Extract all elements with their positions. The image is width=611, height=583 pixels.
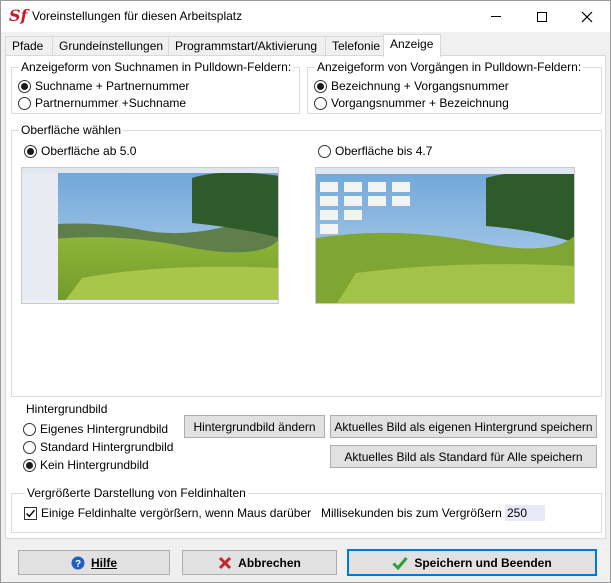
save-and-close-button[interactable]: Speichern und Beenden	[347, 549, 597, 576]
radio-indicator[interactable]	[18, 79, 31, 93]
save-standard-background-button[interactable]: Aktuelles Bild als Standard für Alle spe…	[330, 445, 597, 468]
tab-telefonie[interactable]: Telefonie	[325, 36, 385, 56]
close-icon	[581, 11, 593, 22]
radio-oberflaeche-bis-47[interactable]: Oberfläche bis 4.7	[318, 144, 432, 158]
minimize-button[interactable]	[473, 1, 519, 32]
landscape-preview-image	[316, 168, 574, 303]
tab-panel-anzeige: Anzeigeform von Suchnamen in Pulldown-Fe…	[5, 55, 606, 539]
radio-label: Oberfläche ab 5.0	[41, 144, 137, 158]
maximize-button[interactable]	[519, 1, 565, 32]
tab-anzeige[interactable]: Anzeige	[383, 34, 441, 57]
radio-oberflaeche-ab-5[interactable]: Oberfläche ab 5.0	[24, 144, 136, 158]
delay-label: Millisekunden bis zum Vergrößern	[321, 506, 502, 520]
group-vergroesserung: Vergrößerte Darstellung von Feldinhalten…	[11, 486, 602, 533]
radio-suchname-partnernummer[interactable]: Suchname + Partnernummer	[18, 79, 189, 93]
landscape-preview-image	[22, 168, 278, 303]
radio-label: Kein Hintergrundbild	[40, 458, 149, 472]
radio-label: Suchname + Partnernummer	[35, 79, 190, 93]
enlarge-fields-label: Einige Feldinhalte vergörßern, wenn Maus…	[41, 506, 312, 520]
group-suchnamen: Anzeigeform von Suchnamen in Pulldown-Fe…	[11, 60, 300, 114]
radio-indicator[interactable]	[318, 144, 331, 158]
radio-label: Oberfläche bis 4.7	[335, 144, 433, 158]
save-own-background-button[interactable]: Aktuelles Bild als eigenen Hintergrund s…	[330, 415, 597, 438]
tab-programmstart[interactable]: Programmstart/Aktivierung	[168, 36, 326, 56]
group-vergroesserung-legend: Vergrößerte Darstellung von Feldinhalten	[25, 486, 248, 500]
tab-pfade[interactable]: Pfade	[5, 36, 53, 56]
radio-label: Bezeichnung + Vorgangsnummer	[331, 79, 509, 93]
app-logo-icon: Sf	[9, 6, 28, 25]
group-oberflaeche: Oberfläche wählen Oberfläche ab 5.0 Ober…	[11, 123, 602, 397]
help-icon: ?	[71, 556, 85, 570]
minimize-icon	[491, 16, 501, 17]
radio-eigenes-hintergrundbild[interactable]: Eigenes Hintergrundbild	[23, 422, 168, 436]
preferences-window: Sf Voreinstellungen für diesen Arbeitspl…	[0, 0, 611, 583]
radio-indicator[interactable]	[314, 79, 327, 93]
radio-label: Vorgangsnummer + Bezeichnung	[331, 96, 509, 110]
radio-vorgangsnummer-bezeichnung[interactable]: Vorgangsnummer + Bezeichnung	[314, 96, 509, 110]
radio-indicator[interactable]	[24, 144, 37, 158]
cancel-x-icon	[218, 556, 232, 570]
help-button[interactable]: ? Hilfe	[18, 550, 170, 575]
group-hintergrund-legend: Hintergrundbild	[24, 402, 110, 416]
group-suchnamen-legend: Anzeigeform von Suchnamen in Pulldown-Fe…	[19, 60, 294, 74]
cancel-button[interactable]: Abbrechen	[182, 550, 337, 575]
radio-partnernummer-suchname[interactable]: Partnernummer +Suchname	[18, 96, 186, 110]
delay-ms-input[interactable]: 250	[505, 505, 545, 521]
group-vorgaenge-legend: Anzeigeform von Vorgängen in Pulldown-Fe…	[315, 60, 584, 74]
radio-indicator[interactable]	[18, 96, 31, 110]
preview-image-bis-47[interactable]	[315, 167, 575, 304]
change-background-button[interactable]: Hintergrundbild ändern	[184, 415, 325, 438]
close-button[interactable]	[564, 1, 610, 32]
cancel-button-label: Abbrechen	[238, 555, 301, 570]
delay-label-text: Millisekunden bis zum Vergrößern	[321, 506, 502, 520]
radio-label: Partnernummer +Suchname	[35, 96, 187, 110]
maximize-icon	[537, 11, 547, 22]
help-button-label: Hilfe	[90, 555, 117, 570]
radio-indicator[interactable]	[23, 422, 36, 436]
group-oberflaeche-legend: Oberfläche wählen	[19, 123, 124, 137]
radio-indicator[interactable]	[23, 440, 36, 454]
window-title: Voreinstellungen für diesen Arbeitsplatz	[32, 9, 243, 23]
radio-indicator[interactable]	[314, 96, 327, 110]
tab-grundeinstellungen[interactable]: Grundeinstellungen	[52, 36, 169, 56]
group-hintergrund: Hintergrundbild Eigenes Hintergrundbild …	[11, 402, 602, 476]
enlarge-fields-checkbox[interactable]	[24, 506, 37, 520]
checkmark-icon	[26, 509, 36, 517]
title-bar: Sf Voreinstellungen für diesen Arbeitspl…	[1, 1, 610, 32]
radio-kein-hintergrundbild[interactable]: Kein Hintergrundbild	[23, 458, 149, 472]
radio-bezeichnung-vorgangsnummer[interactable]: Bezeichnung + Vorgangsnummer	[314, 79, 509, 93]
save-button-label: Speichern und Beenden	[414, 555, 552, 570]
preview-image-ab-5[interactable]	[21, 167, 279, 304]
group-vorgaenge: Anzeigeform von Vorgängen in Pulldown-Fe…	[307, 60, 602, 114]
checkmark-icon	[392, 556, 408, 570]
radio-label: Eigenes Hintergrundbild	[40, 422, 169, 436]
enlarge-fields-checkbox-row[interactable]: Einige Feldinhalte vergörßern, wenn Maus…	[24, 506, 311, 520]
radio-label: Standard Hintergrundbild	[40, 440, 174, 454]
svg-text:?: ?	[75, 559, 81, 570]
radio-indicator[interactable]	[23, 458, 36, 472]
tab-strip: Pfade Grundeinstellungen Programmstart/A…	[5, 34, 605, 57]
radio-standard-hintergrundbild[interactable]: Standard Hintergrundbild	[23, 440, 173, 454]
